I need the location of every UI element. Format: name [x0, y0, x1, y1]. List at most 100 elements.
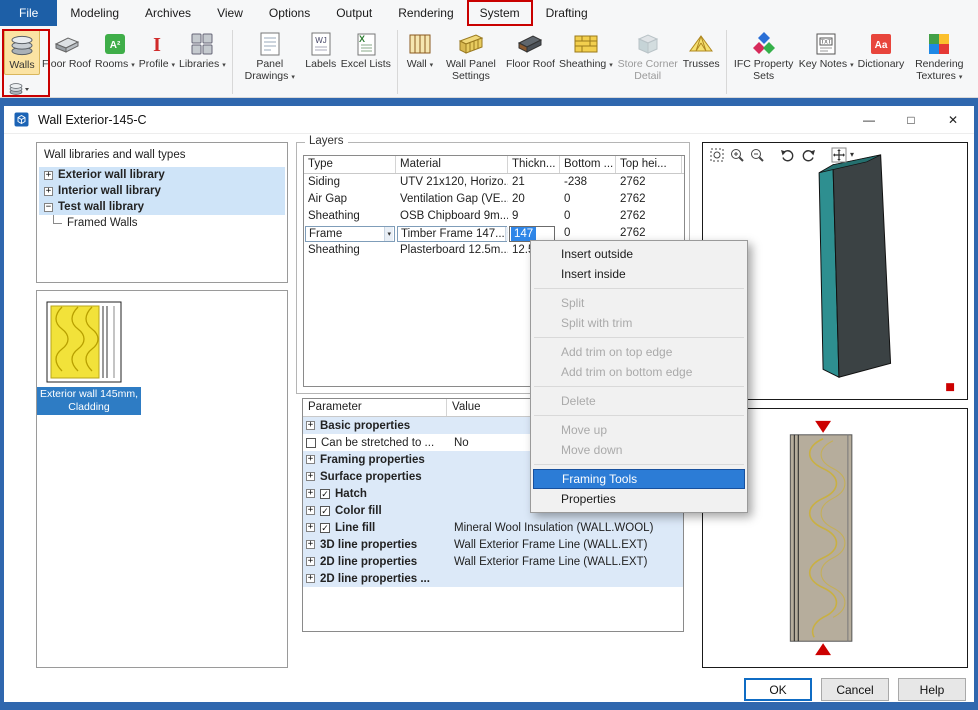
cancel-button[interactable]: Cancel: [821, 678, 889, 701]
pan-box-icon[interactable]: [830, 146, 847, 163]
layer-row-air-gap-1[interactable]: Air GapVentilation Gap (VE...2002762: [304, 191, 684, 208]
combo-caret-icon[interactable]: ▾: [384, 227, 393, 241]
menu-item-rendering[interactable]: Rendering: [385, 0, 466, 26]
menu-item-system[interactable]: System: [467, 0, 533, 26]
ribbon-button-label: Panel Drawings ▾: [239, 59, 301, 83]
tree-item-interior-wall-library[interactable]: +Interior wall library: [39, 183, 285, 199]
layer-material-cell: Ventilation Gap (VE...: [396, 191, 508, 208]
layers-column-header-bottom[interactable]: Bottom ...: [560, 156, 616, 173]
menu-item-drafting[interactable]: Drafting: [533, 0, 601, 26]
menu-item-modeling[interactable]: Modeling: [57, 0, 132, 26]
ribbon-button-wall[interactable]: Wall ▾: [402, 29, 438, 74]
help-button[interactable]: Help: [898, 678, 966, 701]
tree-branch-line: [53, 215, 62, 224]
context-menu-item-framing-tools[interactable]: Framing Tools: [533, 469, 745, 489]
dropdown-caret-icon: ▾: [220, 62, 225, 69]
menu-item-file[interactable]: File: [0, 0, 57, 26]
ribbon-button-trusses[interactable]: Trusses: [681, 29, 722, 73]
context-menu-item-insert-inside[interactable]: Insert inside: [531, 264, 747, 284]
checkbox-icon[interactable]: [306, 438, 316, 448]
layers-column-header-type[interactable]: Type: [304, 156, 396, 173]
expand-icon[interactable]: +: [306, 421, 315, 430]
ribbon-button-libraries[interactable]: Libraries ▾: [177, 29, 228, 74]
svg-text:A²: A²: [110, 40, 121, 51]
rotate-left-icon[interactable]: [779, 146, 796, 163]
menu-separator: [534, 288, 744, 289]
menu-item-archives[interactable]: Archives: [132, 0, 204, 26]
expand-icon[interactable]: +: [306, 489, 315, 498]
tree-item-framed-walls[interactable]: Framed Walls: [39, 215, 285, 231]
close-button[interactable]: ✕: [946, 113, 960, 127]
param-row-2d-line-properties[interactable]: +2D line properties Wall Exterior Frame L…: [303, 553, 683, 570]
ribbon-button-ifc-property-sets[interactable]: IFC Property Sets: [731, 29, 797, 84]
layers-column-header-top-hei[interactable]: Top hei...: [616, 156, 682, 173]
expand-icon[interactable]: +: [306, 455, 315, 464]
tree-item-exterior-wall-library[interactable]: +Exterior wall library: [39, 167, 285, 183]
menu-separator: [534, 464, 744, 465]
menu-item-view[interactable]: View: [204, 0, 256, 26]
ok-button[interactable]: OK: [744, 678, 812, 701]
layer-row-siding-0[interactable]: SidingUTV 21x120, Horizo...21-2382762: [304, 174, 684, 191]
expand-icon[interactable]: +: [306, 557, 315, 566]
param-label: 2D line properties: [320, 556, 417, 568]
ribbon-button-sheathing[interactable]: Sheathing ▾: [557, 29, 615, 74]
dropdown-caret-icon[interactable]: ▾: [850, 150, 858, 159]
context-menu-item-properties[interactable]: Properties: [531, 489, 747, 509]
layer-row-sheathing-2[interactable]: SheathingOSB Chipboard 9m...902762: [304, 208, 684, 225]
ribbon-button-labels[interactable]: WJLabels: [303, 29, 339, 73]
expand-icon[interactable]: +: [306, 472, 315, 481]
menu-item-options[interactable]: Options: [256, 0, 323, 26]
walls-mini-icon[interactable]: [8, 83, 32, 96]
labels-icon: WJ: [308, 31, 334, 57]
ribbon-button-floor-roof[interactable]: Floor Roof: [40, 29, 93, 73]
menu-item-output[interactable]: Output: [323, 0, 385, 26]
ribbon-button-floor-roof[interactable]: Floor Roof: [504, 29, 557, 73]
ribbon-button-rendering-textures[interactable]: Rendering Textures ▾: [906, 29, 972, 85]
selected-text: 147: [511, 227, 536, 241]
context-menu-item-add-trim-on-bottom-edge: Add trim on bottom edge: [531, 362, 747, 382]
checkbox-icon[interactable]: ✓: [320, 506, 330, 516]
parameter-column-header: Parameter: [303, 399, 447, 416]
tree-expander-icon[interactable]: +: [44, 187, 53, 196]
layers-column-header-thickn[interactable]: Thickn...: [508, 156, 560, 173]
param-row-3d-line-properties[interactable]: +3D line propertiesWall Exterior Frame L…: [303, 536, 683, 553]
tree-expander-icon[interactable]: +: [44, 171, 53, 180]
checkbox-icon[interactable]: ✓: [320, 523, 330, 533]
param-label: Framing properties: [320, 454, 425, 466]
ribbon-button-label: IFC Property Sets: [733, 59, 795, 82]
checkbox-icon[interactable]: ✓: [320, 489, 330, 499]
dialog-titlebar[interactable]: Wall Exterior-145-C — □ ✕: [4, 106, 974, 134]
minimize-button[interactable]: —: [862, 113, 876, 127]
tree-item-test-wall-library[interactable]: −Test wall library: [39, 199, 285, 215]
zoom-out-icon[interactable]: [748, 146, 765, 163]
expand-icon[interactable]: +: [306, 506, 315, 515]
param-value: Wall Exterior Frame Line (WALL.EXT): [447, 556, 683, 568]
rotate-right-icon[interactable]: [799, 146, 816, 163]
zoom-window-icon[interactable]: [708, 146, 725, 163]
ribbon-button-key-notes[interactable]: TXTKey Notes ▾: [797, 29, 856, 74]
expand-icon[interactable]: +: [306, 574, 315, 583]
expand-icon[interactable]: +: [306, 540, 315, 549]
ribbon-button-rooms[interactable]: A²Rooms ▾: [93, 29, 137, 74]
tree-expander-icon[interactable]: −: [44, 203, 53, 212]
ribbon-button-profile[interactable]: IProfile ▾: [137, 29, 177, 74]
ribbon-button-dictionary[interactable]: AaDictionary: [856, 29, 907, 73]
zoom-in-icon[interactable]: [728, 146, 745, 163]
ribbon-button-walls[interactable]: Walls: [4, 29, 40, 75]
ribbon-button-panel-drawings[interactable]: Panel Drawings ▾: [237, 29, 303, 85]
param-label: 3D line properties: [320, 539, 417, 551]
layer-material-combobox[interactable]: Timber Frame 147...▾: [397, 226, 507, 242]
maximize-button[interactable]: □: [904, 113, 918, 127]
param-row-2d-line-properties[interactable]: +2D line properties ...: [303, 570, 683, 587]
ribbon-button-wall-panel-settings[interactable]: Wall Panel Settings: [438, 29, 504, 84]
ribbon-button-excel-lists[interactable]: XExcel Lists: [339, 29, 393, 73]
ifc-icon: [751, 31, 777, 57]
wall-thumbnail[interactable]: [46, 301, 122, 383]
layers-column-header-material[interactable]: Material: [396, 156, 508, 173]
expand-icon[interactable]: +: [306, 523, 315, 532]
param-row-line-fill[interactable]: +✓Line fillMineral Wool Insulation (WALL…: [303, 519, 683, 536]
wall-thumbnail-label[interactable]: Exterior wall 145mm, Cladding: [37, 387, 141, 415]
context-menu-item-insert-outside[interactable]: Insert outside: [531, 244, 747, 264]
ribbon-button-label: Key Notes ▾: [799, 59, 854, 72]
layer-type-combobox[interactable]: Frame▾: [305, 226, 395, 242]
